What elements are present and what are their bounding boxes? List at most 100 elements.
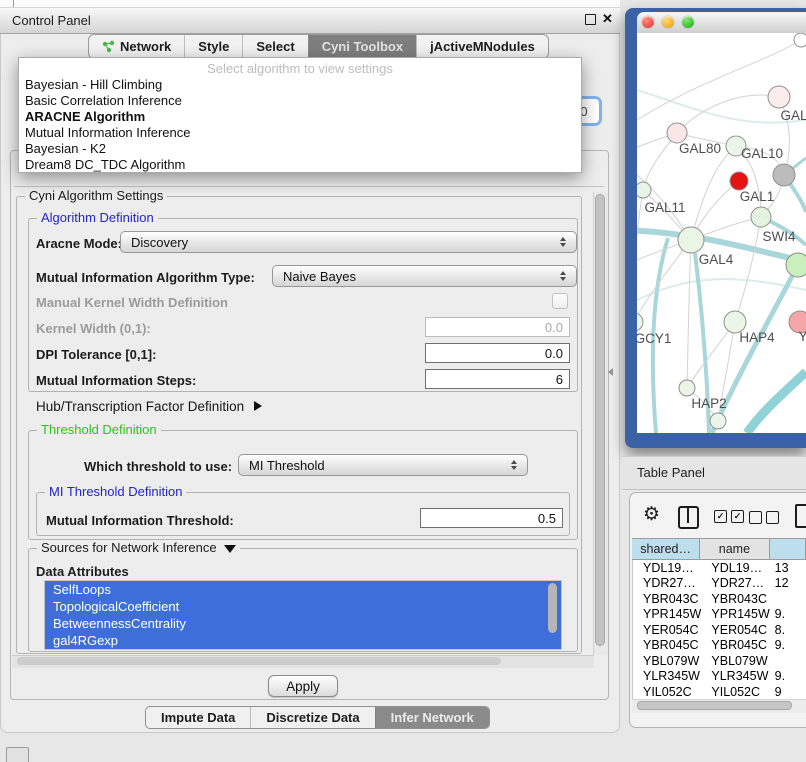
table-cell: 9.	[771, 607, 806, 621]
mi-threshold-label: Mutual Information Threshold:	[46, 513, 234, 528]
attribute-item-betweennesscentrality[interactable]: BetweennessCentrality	[45, 615, 561, 632]
which-threshold-select[interactable]: MI Threshold	[238, 454, 528, 476]
deselect-all-icon[interactable]	[749, 511, 779, 524]
table-cell: YPR145W	[701, 607, 770, 621]
manual-kernel-checkbox[interactable]	[552, 293, 568, 309]
attribute-item-topologicalcoefficient[interactable]: TopologicalCoefficient	[45, 598, 561, 615]
network-node[interactable]	[773, 164, 795, 186]
network-node-label: GAL	[780, 108, 806, 123]
tab-cyni-toolbox[interactable]: Cyni Toolbox	[308, 35, 416, 58]
table-row[interactable]: YBR043CYBR043C	[633, 591, 806, 607]
hub-definition-toggle[interactable]: Hub/Transcription Factor Definition	[36, 399, 262, 414]
splitter-handle[interactable]	[608, 368, 613, 376]
table-cell: YDR27…	[701, 576, 770, 590]
table-row[interactable]: YIL052CYIL052C9	[633, 684, 806, 699]
network-canvas[interactable]: GALGAL80GAL10GAL11GAL1SWI4GAL4GCY1HAP4YH…	[637, 33, 806, 433]
table-cell: YBR043C	[701, 592, 770, 606]
network-node-label: GAL1	[740, 189, 775, 204]
data-attributes-label: Data Attributes	[36, 564, 129, 579]
tab-jactivemnodules[interactable]: jActiveMNodules	[416, 35, 548, 58]
tab-style[interactable]: Style	[184, 35, 242, 58]
hub-definition-label: Hub/Transcription Factor Definition	[36, 399, 244, 414]
which-threshold-label: Which threshold to use:	[84, 459, 232, 474]
settings-hscrollbar-thumb[interactable]	[17, 657, 501, 665]
kernel-width-field[interactable]	[425, 317, 570, 337]
tab-infer-network[interactable]: Infer Network	[375, 707, 489, 728]
minimize-light[interactable]	[662, 16, 674, 28]
attributes-scrollbar-thumb[interactable]	[548, 583, 557, 633]
table-cell: YBL079W	[701, 654, 770, 668]
float-icon[interactable]	[585, 14, 596, 25]
network-node-label: GAL4	[699, 252, 734, 267]
manual-kernel-label: Manual Kernel Width Definition	[36, 295, 228, 310]
mi-steps-field[interactable]	[425, 369, 570, 389]
dropdown-item-dream8-dc-tdc-algorithm[interactable]: Dream8 DC_TDC Algorithm	[19, 157, 581, 173]
close-icon[interactable]: ✕	[602, 11, 613, 27]
network-node[interactable]	[710, 413, 726, 429]
stepper-arrows-icon	[505, 460, 527, 470]
close-light[interactable]	[642, 16, 654, 28]
network-node[interactable]	[794, 33, 806, 47]
network-node-gal11[interactable]	[637, 182, 651, 198]
dropdown-item-bayesian-k2[interactable]: Bayesian - K2	[19, 141, 581, 157]
table-hscrollbar-thumb[interactable]	[637, 701, 792, 710]
threshold-definition-legend: Threshold Definition	[37, 422, 161, 437]
table-row[interactable]: YLR345WYLR345W9.	[633, 669, 806, 685]
column-header-shared[interactable]: shared…	[632, 539, 700, 559]
network-node-gcy1[interactable]	[637, 313, 643, 331]
dropdown-item-mutual-information-inference[interactable]: Mutual Information Inference	[19, 125, 581, 141]
dpi-tolerance-field[interactable]	[425, 343, 570, 363]
table-cell: 9	[771, 685, 806, 699]
tab-impute-data[interactable]: Impute Data	[146, 707, 250, 728]
tab-discretize-data[interactable]: Discretize Data	[250, 707, 374, 728]
table-cell: 13	[771, 561, 806, 575]
top-strip-tick	[13, 0, 14, 7]
table-cell: YBR045C	[633, 638, 701, 652]
column-header-2[interactable]	[770, 539, 806, 559]
aracne-mode-select[interactable]: Discovery	[120, 231, 577, 253]
zoom-light[interactable]	[682, 16, 694, 28]
network-node-gal1[interactable]	[751, 207, 771, 227]
tab-label: Network	[120, 39, 171, 54]
table-row[interactable]: YBL079WYBL079W	[633, 653, 806, 669]
table-cell: YER054C	[633, 623, 701, 637]
table-row[interactable]: YDR27…YDR27…12	[633, 576, 806, 592]
split-view-icon[interactable]	[678, 506, 699, 529]
network-node-gal80[interactable]	[667, 123, 687, 143]
network-node-gal4[interactable]	[678, 227, 704, 253]
table-row[interactable]: YER054CYER054C8.	[633, 622, 806, 638]
dropdown-item-basic-correlation-inference[interactable]: Basic Correlation Inference	[19, 93, 581, 109]
tab-select[interactable]: Select	[242, 35, 307, 58]
table-cell: YDR27…	[633, 576, 701, 590]
table-cell: 8.	[771, 623, 806, 637]
table-body[interactable]: YDL19…YDL19…13YDR27…YDR27…12YBR043CYBR04…	[632, 560, 806, 699]
table-icon[interactable]	[795, 504, 806, 528]
table-row[interactable]: YBR045CYBR045C9.	[633, 638, 806, 654]
mi-threshold-field[interactable]	[420, 508, 563, 528]
column-header-name[interactable]: name	[700, 539, 769, 559]
attribute-item-gal4rgexp[interactable]: gal4RGexp	[45, 632, 561, 649]
apply-button[interactable]: Apply	[268, 675, 338, 697]
table-row[interactable]: YDL19…YDL19…13	[633, 560, 806, 576]
network-node-gal[interactable]	[768, 86, 790, 108]
tab-network[interactable]: Network	[89, 35, 184, 58]
minimized-panel-icon[interactable]	[6, 747, 29, 762]
table-row[interactable]: YPR145WYPR145W9.	[633, 607, 806, 623]
stepper-arrows-icon	[554, 271, 576, 281]
network-node[interactable]	[730, 172, 748, 190]
tab-label: Cyni Toolbox	[322, 39, 403, 54]
attribute-item-selfloops[interactable]: SelfLoops	[45, 581, 561, 598]
cyni-algorithm-settings-legend: Cyni Algorithm Settings	[25, 188, 167, 203]
data-attributes-list[interactable]: SelfLoopsTopologicalCoefficientBetweenne…	[44, 580, 562, 650]
stepper-arrows-icon	[554, 237, 576, 247]
sources-legend[interactable]: Sources for Network Inference	[37, 540, 240, 555]
table-header-row: shared…name	[632, 538, 806, 560]
dropdown-item-bayesian-hill-climbing[interactable]: Bayesian - Hill Climbing	[19, 77, 581, 93]
dropdown-item-aracne-algorithm[interactable]: ARACNE Algorithm	[19, 109, 581, 125]
settings-vscrollbar-thumb[interactable]	[595, 194, 605, 646]
mi-type-select[interactable]: Naive Bayes	[272, 265, 577, 287]
gear-icon[interactable]: ⚙	[643, 503, 660, 526]
select-all-icon[interactable]: ✓✓	[714, 510, 744, 523]
network-node-swi4[interactable]	[786, 253, 806, 277]
network-node-hap2[interactable]	[679, 380, 695, 396]
